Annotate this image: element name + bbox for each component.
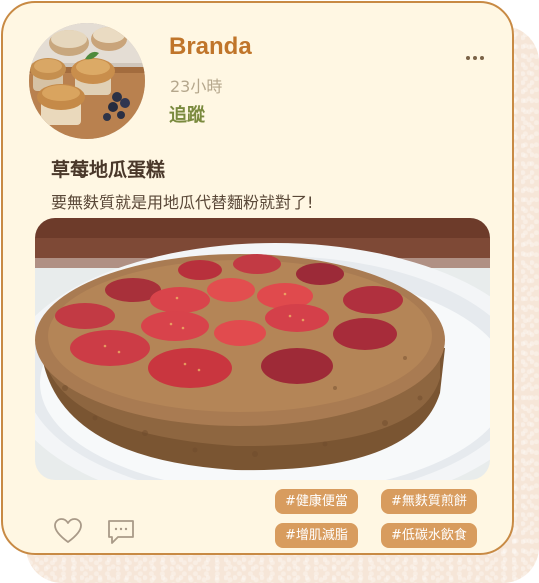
post-title: 草莓地瓜蛋糕 bbox=[51, 159, 166, 181]
heart-icon bbox=[54, 518, 82, 543]
post-card: Branda 23小時 追蹤 草莓地瓜蛋糕 要無麩質就是用地瓜代替麵粉就對了! bbox=[1, 1, 514, 555]
post-body-text: 要無麩質就是用地瓜代替麵粉就對了! bbox=[51, 193, 314, 212]
author-name[interactable]: Branda bbox=[169, 33, 252, 61]
comment-button[interactable] bbox=[106, 518, 136, 546]
author-avatar[interactable] bbox=[29, 23, 145, 139]
post-card-stage: Branda 23小時 追蹤 草莓地瓜蛋糕 要無麩質就是用地瓜代替麵粉就對了! bbox=[0, 0, 539, 583]
post-time: 23小時 bbox=[170, 77, 223, 96]
hashtag-chip[interactable]: #無麩質煎餅 bbox=[381, 489, 477, 514]
more-dots-icon bbox=[466, 56, 484, 60]
more-options-button[interactable] bbox=[458, 47, 492, 69]
post-photo[interactable] bbox=[35, 218, 490, 480]
like-button[interactable] bbox=[53, 517, 83, 545]
strawberry-sweet-potato-cake-photo bbox=[35, 218, 490, 480]
follow-button[interactable]: 追蹤 bbox=[169, 101, 205, 127]
hashtag-chip[interactable]: #健康便當 bbox=[275, 489, 358, 514]
comment-icon bbox=[108, 520, 134, 544]
muffins-avatar-photo bbox=[29, 23, 145, 139]
hashtag-chip[interactable]: #低碳水飲食 bbox=[381, 523, 477, 548]
hashtag-chip[interactable]: #增肌減脂 bbox=[275, 523, 358, 548]
